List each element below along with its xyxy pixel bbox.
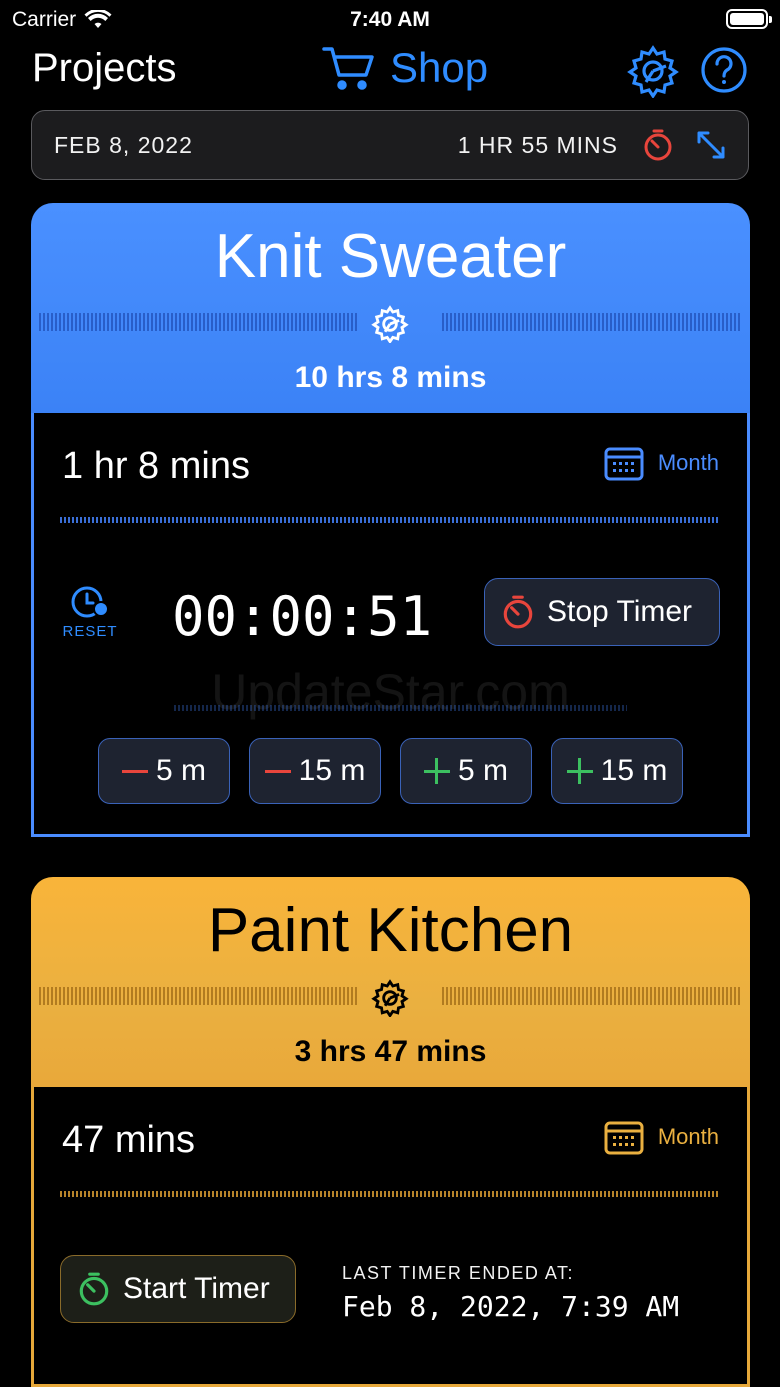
minus-15-button[interactable]: 15 m bbox=[249, 738, 381, 804]
minus-5-button[interactable]: 5 m bbox=[98, 738, 230, 804]
period-time: 47 mins bbox=[62, 1119, 196, 1161]
battery-icon bbox=[726, 9, 772, 29]
project-total: 3 hrs 47 mins bbox=[294, 1035, 487, 1068]
minus-icon bbox=[121, 769, 148, 773]
nav-bar: Projects Shop bbox=[0, 40, 780, 100]
adjust-label: 5 m bbox=[155, 754, 206, 787]
adjust-label: 15 m bbox=[298, 754, 366, 787]
decor-lines bbox=[39, 987, 359, 1005]
cart-icon bbox=[322, 47, 374, 90]
period-selector[interactable]: Month bbox=[604, 1119, 719, 1155]
plus-icon bbox=[423, 758, 450, 784]
calendar-icon bbox=[604, 447, 644, 481]
project-name: Paint Kitchen bbox=[207, 896, 574, 965]
gear-icon[interactable] bbox=[626, 44, 680, 98]
calendar-icon bbox=[604, 1121, 644, 1155]
expand-icon[interactable] bbox=[696, 130, 726, 160]
stopwatch-icon bbox=[79, 1272, 109, 1306]
period-time: 1 hr 8 mins bbox=[62, 445, 250, 487]
divider bbox=[60, 517, 719, 523]
period-label: Month bbox=[657, 450, 719, 475]
plus-5-button[interactable]: 5 m bbox=[400, 738, 532, 804]
stopwatch-icon bbox=[503, 595, 533, 629]
question-icon[interactable] bbox=[700, 46, 748, 94]
adjust-label: 5 m bbox=[457, 754, 508, 787]
plus-15-button[interactable]: 15 m bbox=[551, 738, 683, 804]
project-name: Knit Sweater bbox=[214, 222, 567, 291]
reset-label: RESET bbox=[62, 623, 118, 640]
adjust-label: 15 m bbox=[600, 754, 668, 787]
watermark: UpdateStar.com bbox=[211, 664, 570, 720]
summary-total: 1 HR 55 MINS bbox=[457, 131, 618, 158]
start-timer-label: Start Timer bbox=[123, 1272, 270, 1305]
timer-clock: 00:00:51 bbox=[172, 585, 433, 648]
decor-lines bbox=[442, 987, 742, 1005]
project-header[interactable]: Knit Sweater 10 hrs 8 mins bbox=[31, 203, 750, 413]
last-timer-info: LAST TIMER ENDED AT: Feb 8, 2022, 7:39 A… bbox=[342, 1263, 679, 1323]
summary-date: FEB 8, 2022 bbox=[54, 131, 193, 158]
gear-icon[interactable] bbox=[371, 305, 409, 343]
shop-button[interactable]: Shop bbox=[322, 44, 488, 92]
project-body: 47 mins Month Start Timer LAST TIMER END… bbox=[31, 1087, 750, 1387]
period-label: Month bbox=[657, 1124, 719, 1149]
status-time: 7:40 AM bbox=[350, 8, 430, 31]
divider bbox=[60, 1191, 719, 1197]
summary-bar: FEB 8, 2022 1 HR 55 MINS bbox=[31, 110, 749, 180]
last-timer-label: LAST TIMER ENDED AT: bbox=[342, 1263, 575, 1283]
divider bbox=[174, 705, 627, 711]
stopwatch-icon[interactable] bbox=[642, 128, 674, 162]
reset-button[interactable]: RESET bbox=[60, 585, 120, 640]
page-title: Projects bbox=[32, 46, 177, 90]
decor-lines bbox=[442, 313, 742, 331]
start-timer-button[interactable]: Start Timer bbox=[60, 1255, 296, 1323]
gear-icon[interactable] bbox=[371, 979, 409, 1017]
project-total: 10 hrs 8 mins bbox=[294, 361, 487, 394]
stop-timer-label: Stop Timer bbox=[547, 595, 693, 628]
stop-timer-button[interactable]: Stop Timer bbox=[484, 578, 720, 646]
project-header[interactable]: Paint Kitchen 3 hrs 47 mins bbox=[31, 877, 750, 1087]
project-body: 1 hr 8 mins Month RESET 00:00:51 Stop Ti… bbox=[31, 413, 750, 837]
clock-reset-icon bbox=[71, 586, 109, 618]
minus-icon bbox=[264, 769, 291, 773]
plus-icon bbox=[566, 758, 593, 784]
period-selector[interactable]: Month bbox=[604, 445, 719, 481]
project-card-paint-kitchen: Paint Kitchen 3 hrs 47 mins 47 mins Mont… bbox=[31, 877, 750, 1387]
shop-label: Shop bbox=[390, 44, 489, 91]
decor-lines bbox=[39, 313, 359, 331]
last-timer-value: Feb 8, 2022, 7:39 AM bbox=[342, 1290, 680, 1323]
project-card-knit-sweater: Knit Sweater 10 hrs 8 mins 1 hr 8 mins M… bbox=[31, 203, 750, 837]
status-bar: Carrier 7:40 AM bbox=[0, 0, 780, 40]
